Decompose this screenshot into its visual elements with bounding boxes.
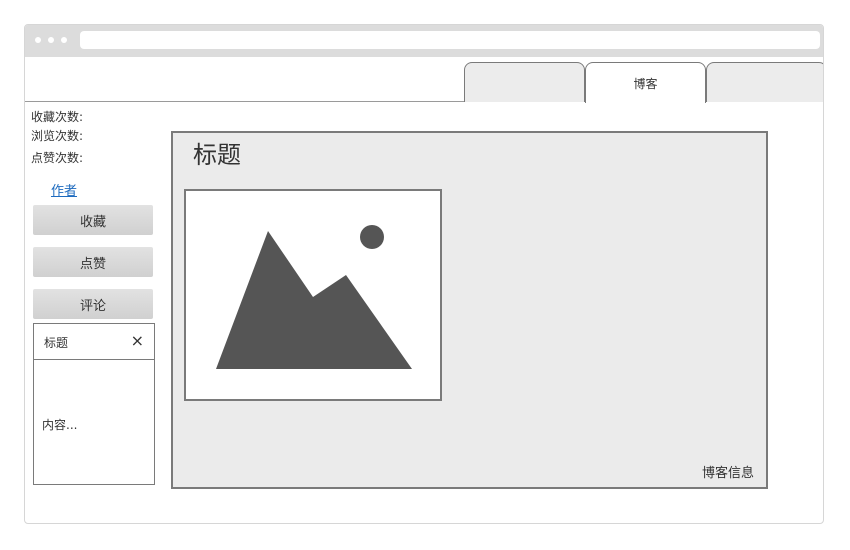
comment-button[interactable]: 评论 [33, 289, 153, 319]
popup-dialog: 标题 × 内容... [33, 323, 155, 485]
tab-right[interactable] [706, 62, 823, 102]
window-dot-icon [35, 37, 41, 43]
window-dot-icon [48, 37, 54, 43]
popup-title: 标题 [44, 336, 69, 350]
likes-count-label: 点赞次数: [31, 151, 84, 165]
favorite-button[interactable]: 收藏 [33, 205, 153, 235]
tab-left[interactable] [464, 62, 585, 102]
image-placeholder [184, 189, 442, 401]
close-icon[interactable]: × [131, 331, 144, 350]
window-dot-icon [61, 37, 67, 43]
address-bar[interactable] [80, 31, 820, 49]
tab-blog[interactable]: 博客 [585, 62, 706, 103]
blog-panel: 标题 博客信息 [171, 131, 768, 489]
blog-title: 标题 [193, 141, 241, 169]
popup-content: 内容... [42, 418, 78, 432]
blog-info-label: 博客信息 [701, 466, 754, 481]
browser-titlebar [25, 25, 823, 57]
favorites-count-label: 收藏次数: [31, 110, 84, 124]
views-count-label: 浏览次数: [31, 129, 84, 143]
browser-window: 博客 收藏次数: 浏览次数: 点赞次数: 作者 收藏 点赞 评论 标题 × 内容… [24, 24, 824, 524]
author-link[interactable]: 作者 [51, 180, 77, 199]
like-button[interactable]: 点赞 [33, 247, 153, 277]
image-placeholder-icon [216, 225, 412, 369]
popup-header: 标题 × [34, 324, 154, 360]
tab-blog-label: 博客 [633, 76, 658, 91]
